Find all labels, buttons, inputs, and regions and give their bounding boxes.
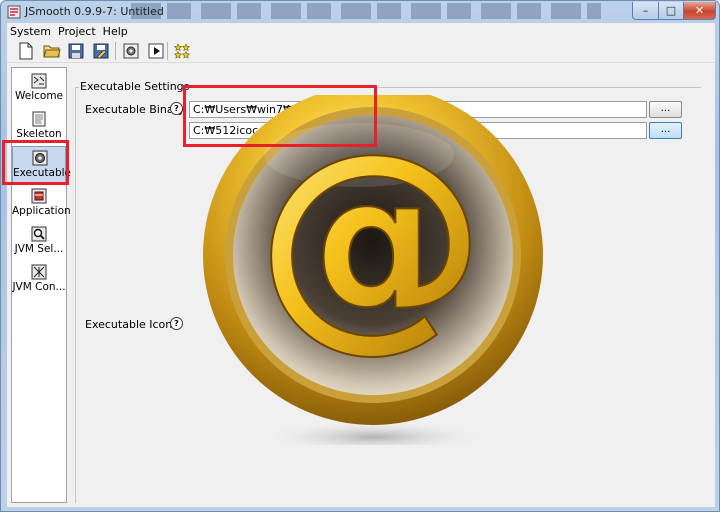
run-play-icon <box>148 43 164 59</box>
browse-icon-button[interactable]: ... <box>649 122 682 139</box>
application-icon <box>31 188 47 204</box>
at-sign-glyph: @ <box>256 105 486 372</box>
help-icon[interactable]: ? <box>170 317 183 330</box>
sidebar-item-application[interactable]: Application <box>12 185 71 223</box>
sidebar-item-jvm-selection[interactable]: JVM Sel... <box>12 223 66 261</box>
about-button[interactable] <box>172 41 192 61</box>
sidebar-item-label: Executable <box>13 167 72 179</box>
new-project-button[interactable] <box>16 41 36 61</box>
executable-icon-preview: @ <box>189 95 621 445</box>
menu-system[interactable]: System <box>7 25 55 38</box>
stars-icon <box>173 43 191 59</box>
sidebar-item-skeleton[interactable]: Skeleton <box>12 108 66 146</box>
compile-button[interactable] <box>121 41 141 61</box>
at-sign-medallion-image: @ <box>203 95 543 445</box>
sidebar-item-label: JVM Con... <box>12 281 66 293</box>
sidebar-item-welcome[interactable]: Welcome <box>12 70 66 108</box>
sidebar-panel: Welcome Skeleton Executable Application <box>11 67 72 503</box>
sidebar-item-jvm-configuration[interactable]: JVM Con... <box>12 261 66 299</box>
browse-binary-button[interactable]: ... <box>649 101 682 118</box>
save-as-project-button[interactable] <box>91 41 111 61</box>
open-project-button[interactable] <box>42 41 62 61</box>
jvm-configuration-icon <box>31 264 47 280</box>
sidebar-item-label: Application <box>12 205 71 217</box>
menu-help[interactable]: Help <box>100 25 132 38</box>
app-icon <box>7 5 21 19</box>
menu-bar: System Project Help <box>7 23 715 39</box>
title-bar-background-reflection <box>131 3 601 19</box>
save-disk-icon <box>68 43 84 59</box>
sidebar-item-label: Skeleton <box>16 128 62 140</box>
jvm-selection-icon <box>31 226 47 242</box>
gear-compile-icon <box>123 43 139 59</box>
save-as-disk-icon <box>93 43 109 59</box>
menu-project[interactable]: Project <box>55 25 100 38</box>
executable-icon <box>32 150 48 166</box>
help-icon[interactable]: ? <box>170 102 183 115</box>
welcome-icon <box>31 73 47 89</box>
maximize-button[interactable]: □ <box>658 2 684 20</box>
save-project-button[interactable] <box>66 41 86 61</box>
skeleton-icon <box>32 111 46 127</box>
sidebar-item-label: Welcome <box>14 90 64 102</box>
sidebar-item-executable[interactable]: Executable <box>12 146 72 184</box>
minimize-button[interactable]: – <box>632 2 659 20</box>
toolbar-separator <box>167 42 168 60</box>
title-bar: JSmooth 0.9.9-7: Untitled – □ ✕ <box>1 1 719 23</box>
new-document-icon <box>19 42 33 60</box>
group-title: Executable Settings <box>79 80 191 93</box>
sidebar-item-label: JVM Sel... <box>14 243 64 255</box>
toolbar <box>7 39 715 63</box>
toolbar-separator <box>115 42 116 60</box>
app-window: JSmooth 0.9.9-7: Untitled – □ ✕ System P… <box>0 0 720 512</box>
close-button[interactable]: ✕ <box>683 2 716 20</box>
open-folder-icon <box>43 45 61 58</box>
executable-icon-label: Executable Icon <box>85 318 173 331</box>
run-button[interactable] <box>146 41 166 61</box>
